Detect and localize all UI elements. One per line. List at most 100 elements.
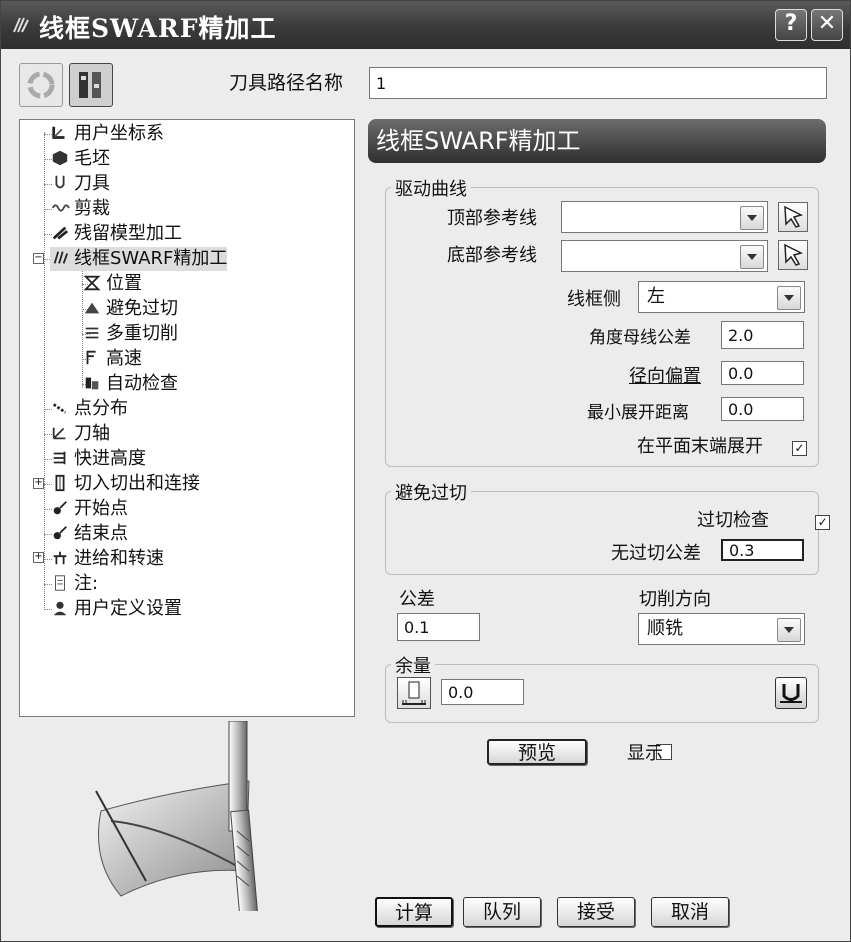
tree-item-label: 毛坯: [74, 148, 110, 169]
tree-item[interactable]: 开始点: [50, 497, 128, 521]
cancel-button[interactable]: 取消: [651, 897, 729, 927]
thickness-input[interactable]: 0.0: [441, 679, 524, 705]
chevron-down-icon: [777, 286, 801, 310]
top-curve-select[interactable]: [561, 201, 768, 233]
gouge-icon: [84, 302, 100, 314]
cut-direction-value: 顺铣: [647, 618, 683, 639]
high-speed-icon: [86, 350, 96, 365]
tree-item-label: 位置: [106, 273, 142, 294]
cut-direction-label: 切削方向: [639, 589, 711, 610]
rapid-move-icon: [53, 451, 66, 465]
tree-item-label: 高速: [106, 348, 142, 369]
gouge-tolerance-label: 无过切公差: [611, 543, 701, 564]
collapse-toggle[interactable]: −: [33, 253, 44, 264]
gouge-tolerance-input[interactable]: 0.3: [721, 539, 804, 561]
wireframe-side-value: 左: [647, 286, 665, 307]
tree-item[interactable]: 多重切削: [82, 322, 178, 346]
top-curve-label: 顶部参考线: [447, 208, 537, 229]
gouge-check-checkbox[interactable]: ✓: [815, 515, 831, 530]
help-button[interactable]: ?: [775, 9, 807, 41]
tree-item-label: 进给和转速: [74, 548, 164, 569]
tree-item[interactable]: 避免过切: [82, 297, 178, 321]
leads-links-icon: [55, 474, 65, 492]
pick-bottom-curve-button[interactable]: [778, 240, 808, 270]
tool-icon: [55, 175, 65, 189]
pick-cursor-icon: [784, 205, 804, 228]
preview-button[interactable]: 预览: [487, 739, 587, 765]
tree-item-label: 用户坐标系: [74, 123, 164, 144]
swarf-app-icon: [13, 17, 29, 33]
tree-item-label: 切入切出和连接: [74, 473, 200, 494]
rest-model-icon: [52, 226, 69, 240]
pick-cursor-icon: [784, 243, 804, 266]
tree-item[interactable]: 快进高度: [50, 447, 146, 471]
chevron-down-icon: [740, 206, 764, 230]
recycle-button[interactable]: [19, 63, 63, 107]
title-bar: 线框SWARF精加工 ? ✕: [1, 1, 850, 49]
chevron-down-icon: [740, 245, 764, 269]
tree-item[interactable]: 毛坯: [50, 147, 110, 171]
tree-item[interactable]: 结束点: [50, 522, 128, 546]
queue-button[interactable]: 队列: [463, 897, 541, 927]
angle-tolerance-input[interactable]: 2.0: [721, 321, 804, 349]
min-unroll-input[interactable]: 0.0: [721, 397, 804, 421]
toolpath-name-input[interactable]: 1: [369, 67, 827, 99]
wireframe-side-select[interactable]: 左: [638, 281, 805, 313]
tool-cup-icon: [780, 684, 802, 703]
thickness-settings-button[interactable]: [775, 677, 807, 709]
limit-icon: [51, 204, 70, 212]
swarf-icon: [53, 251, 69, 264]
bottom-curve-select[interactable]: [561, 240, 768, 272]
tree-item-label: 残留模型加工: [74, 223, 182, 244]
auto-verify-icon: [85, 377, 99, 390]
cut-direction-select[interactable]: 顺铣: [638, 613, 805, 645]
start-point-icon: [53, 501, 67, 515]
ucs-icon: [52, 126, 65, 139]
tree-item-label: 避免过切: [106, 298, 178, 319]
tree-item[interactable]: 点分布: [50, 397, 128, 421]
swarf-illustration: [95, 721, 259, 911]
unroll-at-ends-checkbox[interactable]: ✓: [792, 441, 807, 456]
pick-top-curve-button[interactable]: [778, 202, 808, 232]
expand-toggle[interactable]: +: [33, 478, 44, 489]
thickness-group-title: 余量: [391, 652, 435, 678]
tree-item[interactable]: 切入切出和连接: [50, 472, 200, 496]
multiple-cuts-icon: [85, 327, 99, 339]
tree-item[interactable]: 线框SWARF精加工: [50, 247, 228, 271]
tree-item[interactable]: 用户坐标系: [50, 122, 164, 146]
calculate-button[interactable]: 计算: [375, 897, 453, 927]
tree-item[interactable]: 残留模型加工: [50, 222, 182, 246]
tree-item[interactable]: 自动检查: [82, 372, 178, 396]
accept-button[interactable]: 接受: [557, 897, 635, 927]
tree-item[interactable]: 注:: [50, 572, 98, 596]
toolpath-name-label: 刀具路径名称: [229, 72, 344, 94]
tree-item[interactable]: 刀轴: [50, 422, 110, 446]
gouge-avoidance-group-title: 避免过切: [391, 479, 471, 505]
tree-item[interactable]: 用户定义设置: [50, 597, 182, 621]
tool-axis-icon: [52, 427, 66, 440]
parameters-button[interactable]: [69, 63, 113, 107]
strategy-tree: − + + 用户坐标系毛坯刀具剪裁 残留模型加工线框SWARF精加工 位置避免过切多…: [19, 119, 355, 717]
radial-offset-label[interactable]: 径向偏置: [629, 362, 701, 388]
tree-item-label: 自动检查: [106, 373, 178, 394]
gouge-check-label: 过切检查: [697, 510, 769, 531]
radial-offset-input[interactable]: 0.0: [721, 361, 804, 385]
tree-item[interactable]: 剪裁: [50, 197, 110, 221]
min-unroll-label: 最小展开距离: [587, 403, 689, 423]
close-button[interactable]: ✕: [811, 9, 843, 41]
block-icon: [52, 150, 68, 166]
unroll-at-ends-label: 在平面末端展开: [637, 436, 763, 457]
end-point-icon: [53, 526, 67, 540]
position-icon: [83, 275, 101, 291]
tree-item[interactable]: 位置: [82, 272, 142, 296]
tree-item-label: 刀具: [74, 173, 110, 194]
thickness-tool-button[interactable]: [397, 677, 431, 709]
window-title: 线框SWARF精加工: [39, 14, 277, 43]
tree-item[interactable]: 高速: [82, 347, 142, 371]
tree-item[interactable]: 进给和转速: [50, 547, 164, 571]
expand-toggle[interactable]: +: [33, 552, 44, 563]
wireframe-side-label: 线框侧: [567, 289, 621, 310]
tolerance-input[interactable]: 0.1: [397, 613, 480, 641]
tree-item[interactable]: 刀具: [50, 172, 110, 196]
point-distribution-icon: [52, 403, 67, 414]
